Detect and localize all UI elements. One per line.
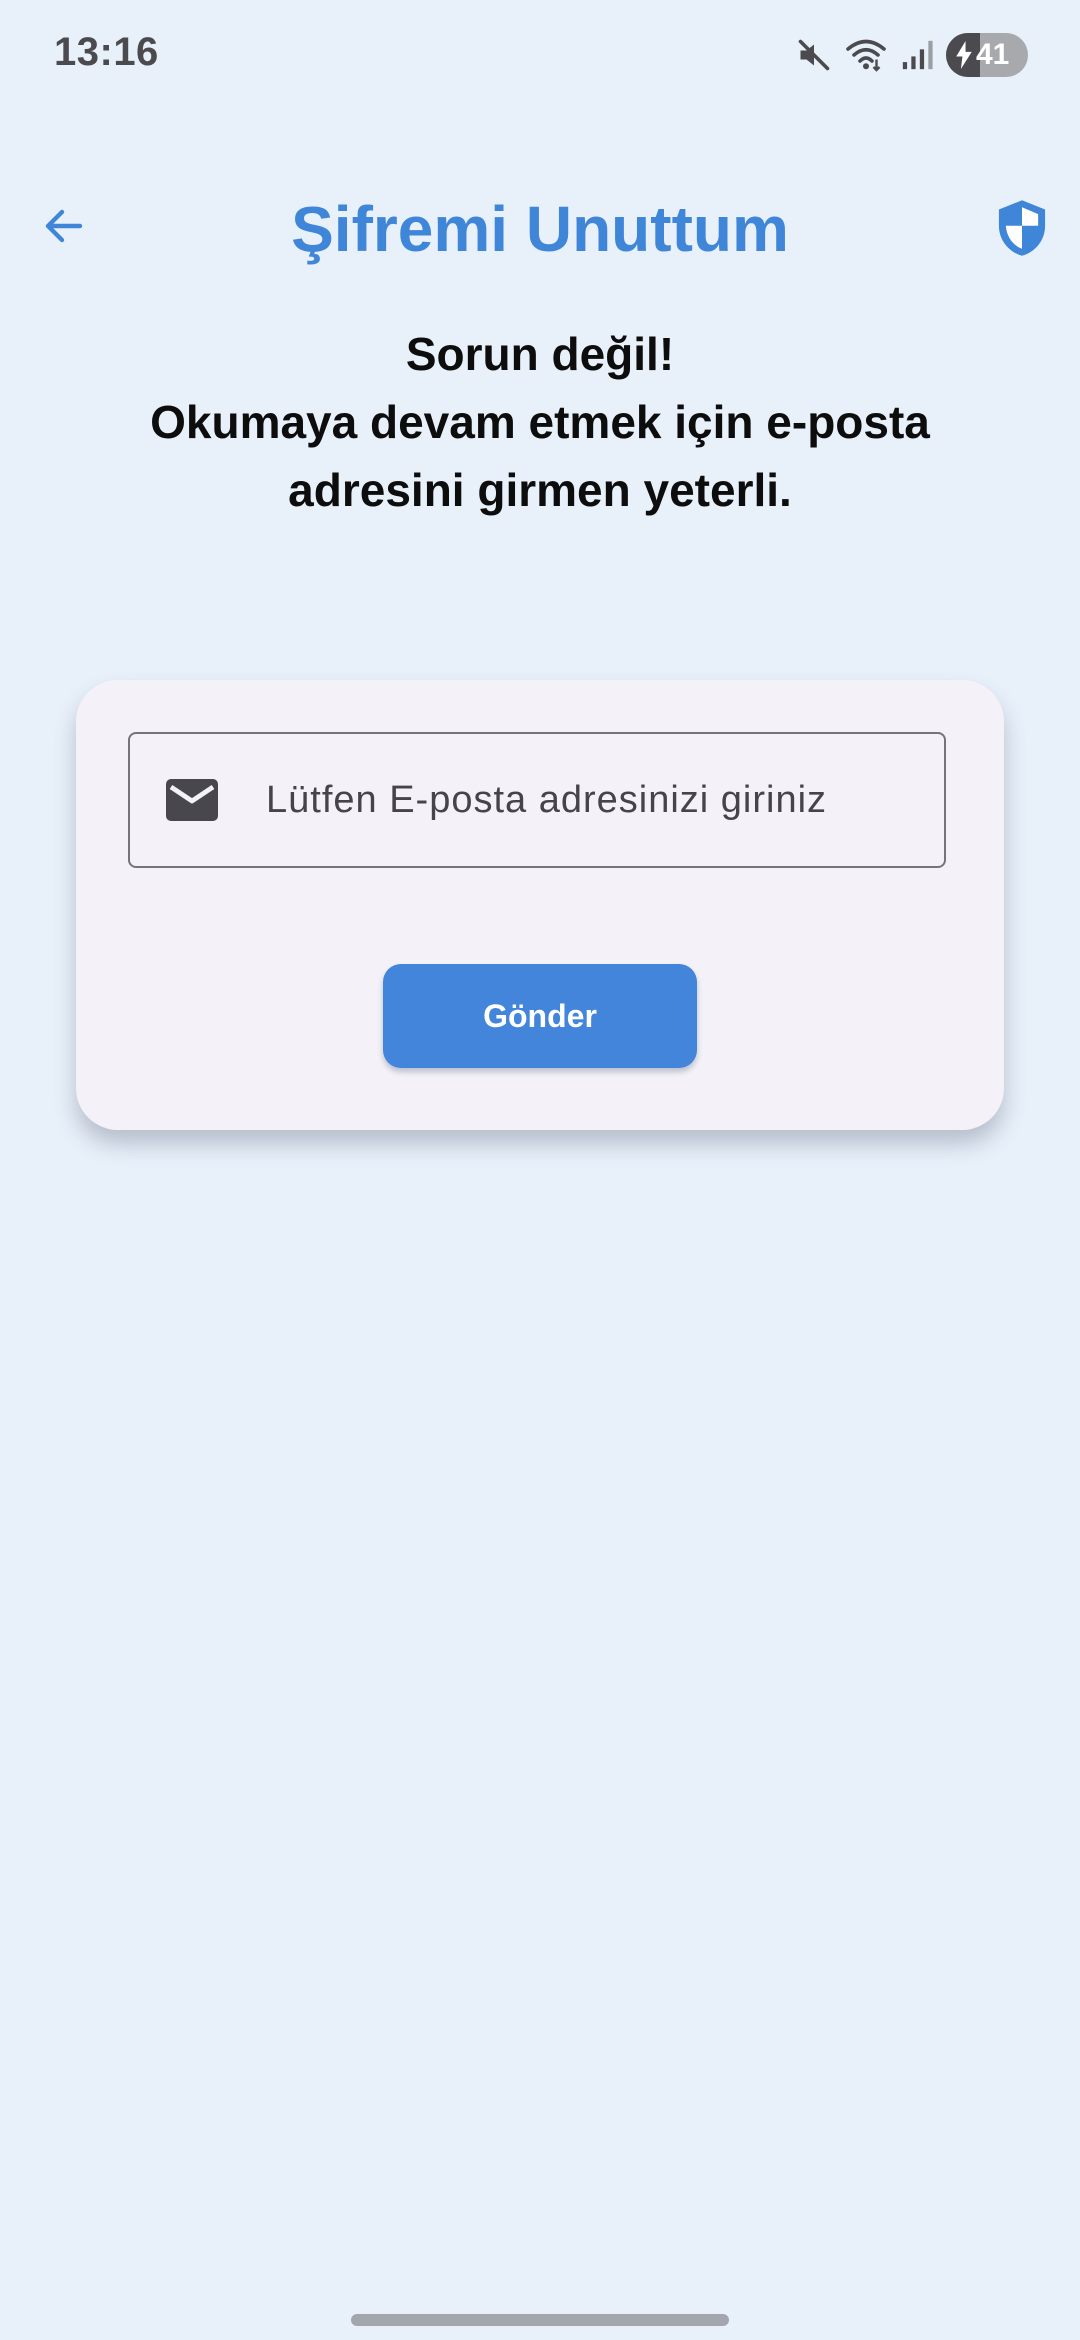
email-placeholder: Lütfen E-posta adresinizi giriniz [266, 778, 828, 821]
home-indicator[interactable] [351, 2314, 729, 2326]
instruction-line-3: adresini girmen yeterli. [288, 464, 792, 516]
app-bar: Şifremi Unuttum [0, 170, 1080, 290]
bolt-icon [956, 41, 972, 69]
status-bar: 13:16 41 [0, 0, 1080, 110]
signal-icon [900, 38, 934, 72]
mail-icon [164, 777, 220, 823]
send-button[interactable]: Gönder [383, 964, 697, 1068]
reset-card: Lütfen E-posta adresinizi giriniz Gönder [76, 680, 1004, 1130]
page-title: Şifremi Unuttum [291, 193, 789, 265]
wifi-icon [844, 37, 888, 73]
status-icons: 41 [796, 32, 1028, 78]
shield-icon[interactable] [994, 198, 1050, 258]
email-field[interactable]: Lütfen E-posta adresinizi giriniz [128, 732, 946, 868]
instruction-line-1: Sorun değil! [405, 328, 675, 380]
instruction-text: Sorun değil! Okumaya devam etmek için e-… [90, 320, 990, 524]
mute-icon [796, 37, 832, 73]
instruction-line-2: Okumaya devam etmek için e-posta [150, 396, 930, 448]
status-time: 13:16 [54, 30, 159, 74]
battery-icon: 41 [946, 33, 1028, 77]
battery-level: 41 [976, 38, 1010, 71]
